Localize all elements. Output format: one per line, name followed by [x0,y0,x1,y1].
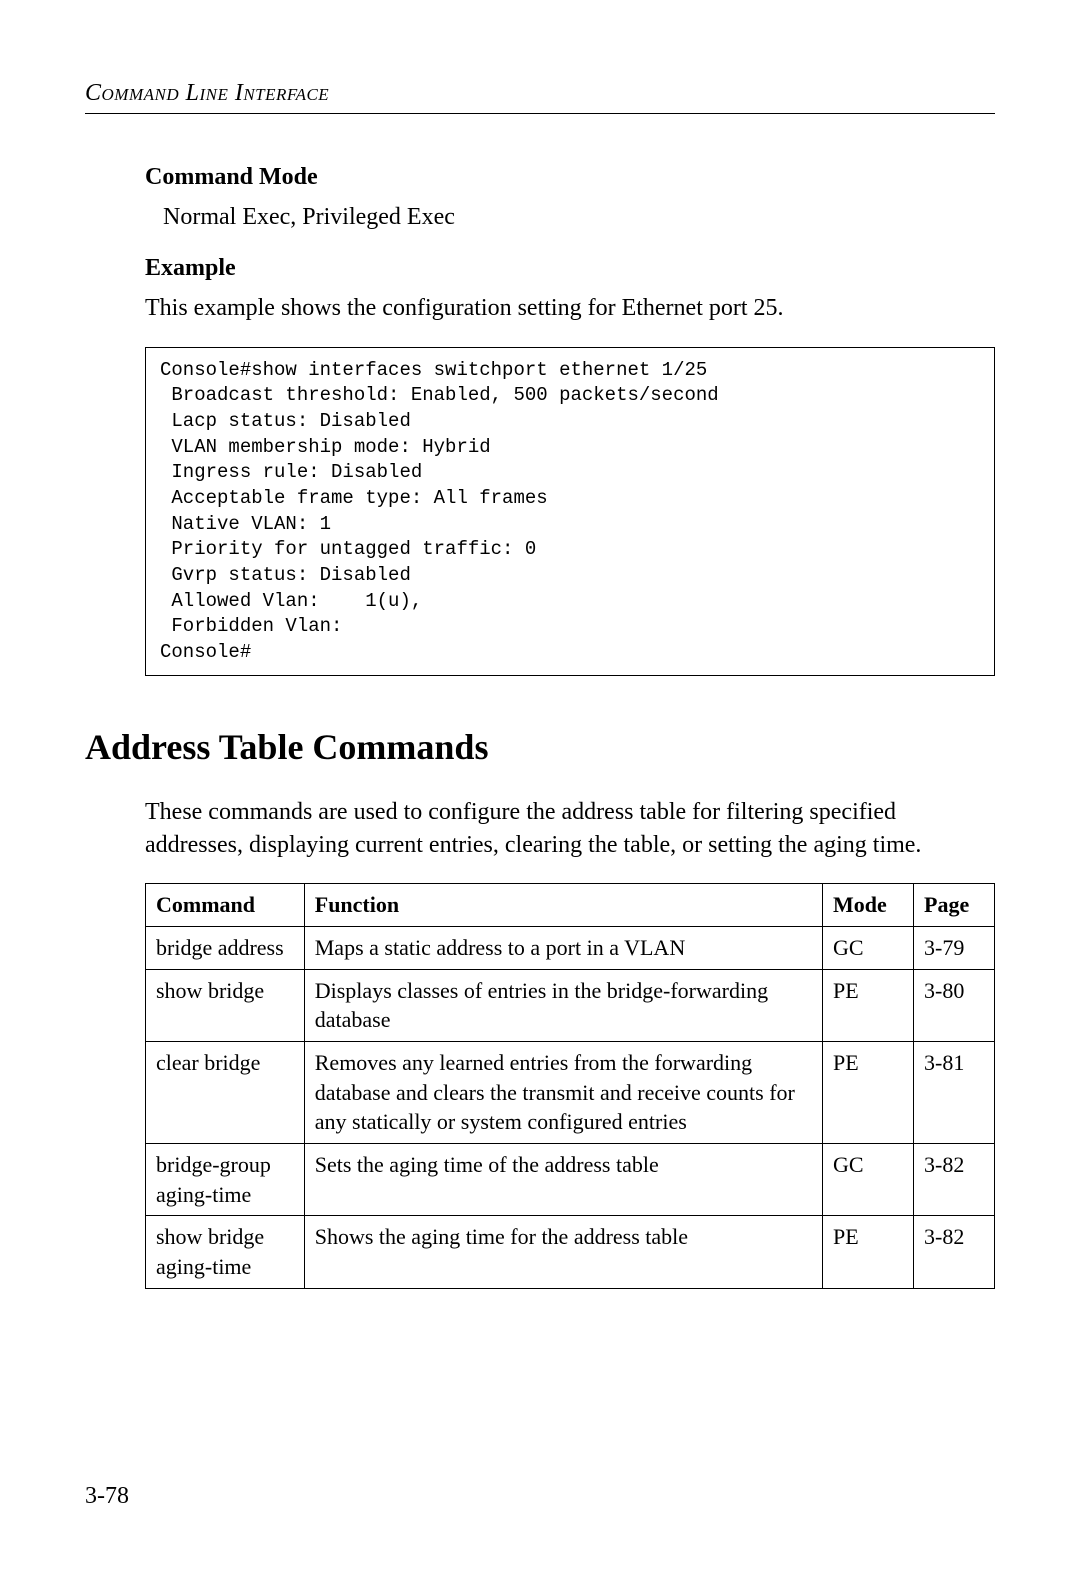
col-function: Function [304,884,822,927]
cell-mode: GC [823,1144,914,1216]
example-code-block: Console#show interfaces switchport ether… [145,347,995,677]
body-block: Command Mode Normal Exec, Privileged Exe… [145,164,995,676]
cell-function: Sets the aging time of the address table [304,1144,822,1216]
table-row: bridge-group aging-time Sets the aging t… [146,1144,995,1216]
col-mode: Mode [823,884,914,927]
cell-mode: PE [823,969,914,1041]
cell-command: show bridge [146,969,305,1041]
table-header-row: Command Function Mode Page [146,884,995,927]
command-mode-body: Normal Exec, Privileged Exec [163,201,995,233]
cell-function: Removes any learned entries from the for… [304,1042,822,1144]
cell-mode: PE [823,1042,914,1144]
cell-page: 3-80 [914,969,995,1041]
col-command: Command [146,884,305,927]
example-intro: This example shows the configuration set… [145,292,995,324]
cell-page: 3-82 [914,1216,995,1288]
header-rule [85,113,995,114]
table-row: bridge address Maps a static address to … [146,926,995,969]
cell-function: Displays classes of entries in the bridg… [304,969,822,1041]
running-head: Command Line Interface [85,80,995,107]
page-number: 3-78 [85,1483,129,1510]
cell-mode: GC [823,926,914,969]
cell-command: clear bridge [146,1042,305,1144]
table-row: show bridge aging-time Shows the aging t… [146,1216,995,1288]
page: Command Line Interface Command Mode Norm… [0,0,1080,1570]
example-heading: Example [145,255,995,282]
command-table: Command Function Mode Page bridge addres… [145,883,995,1289]
cell-mode: PE [823,1216,914,1288]
cell-command: bridge-group aging-time [146,1144,305,1216]
cell-function: Maps a static address to a port in a VLA… [304,926,822,969]
table-row: show bridge Displays classes of entries … [146,969,995,1041]
cell-function: Shows the aging time for the address tab… [304,1216,822,1288]
cell-page: 3-82 [914,1144,995,1216]
cell-page: 3-81 [914,1042,995,1144]
section-body: These commands are used to configure the… [145,796,995,1288]
cell-command: bridge address [146,926,305,969]
command-mode-heading: Command Mode [145,164,995,191]
col-page: Page [914,884,995,927]
cell-command: show bridge aging-time [146,1216,305,1288]
table-row: clear bridge Removes any learned entries… [146,1042,995,1144]
section-title: Address Table Commands [85,726,995,768]
section-intro: These commands are used to configure the… [145,796,995,861]
cell-page: 3-79 [914,926,995,969]
